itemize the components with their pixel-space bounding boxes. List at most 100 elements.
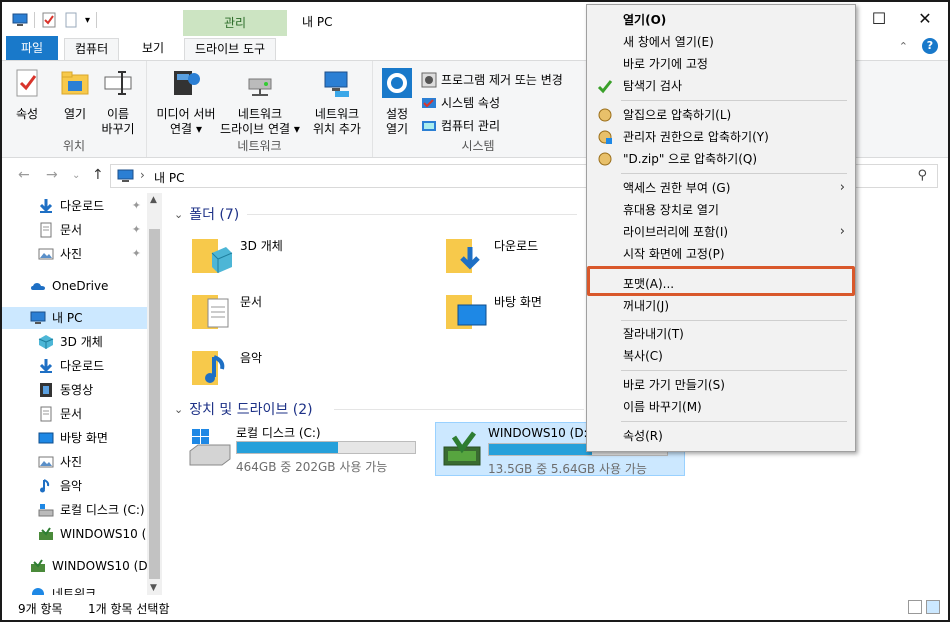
rename-label-1: 이름 bbox=[106, 107, 130, 121]
nav-scrollbar[interactable]: ▲ ▼ bbox=[147, 193, 162, 595]
nav-item-this-pc[interactable]: 내 PC bbox=[2, 307, 147, 329]
menu-label: 시작 화면에 고정(P) bbox=[623, 247, 725, 261]
manage-contextual-tab[interactable]: 관리 bbox=[183, 10, 287, 36]
folder-music[interactable]: 음악 bbox=[190, 345, 430, 393]
add-location-label-2: 위치 추가 bbox=[313, 122, 361, 136]
nav-item-local-disk-c[interactable]: 로컬 디스크 (C:) bbox=[2, 499, 147, 521]
folders-section-header[interactable]: ⌄ 폴더 (7) bbox=[174, 204, 239, 224]
add-network-location-button[interactable]: 네트워크 위치 추가 bbox=[303, 67, 371, 137]
ribbon-group-location: 속성 열기 이름 바꾸기 위치 bbox=[2, 61, 147, 157]
nav-label: 다운로드 bbox=[60, 359, 105, 373]
menu-item-zip-to-file[interactable]: "D.zip" 으로 압축하기(Q) bbox=[589, 148, 853, 170]
nav-item-pictures-quick[interactable]: 사진 ✦ bbox=[2, 243, 147, 265]
properties-check-icon[interactable] bbox=[41, 12, 57, 28]
nav-item-windows10-d[interactable]: WINDOWS10 (D:) bbox=[2, 523, 147, 545]
nav-label: 문서 bbox=[60, 223, 83, 237]
close-button[interactable]: ✕ bbox=[902, 2, 948, 36]
menu-item-scan[interactable]: 탐색기 검사 bbox=[589, 75, 853, 97]
nav-item-downloads[interactable]: 다운로드 bbox=[2, 355, 147, 377]
menu-item-rename[interactable]: 이름 바꾸기(M) bbox=[589, 396, 853, 418]
nav-label: 사진 bbox=[60, 455, 83, 469]
drives-section-header[interactable]: ⌄ 장치 및 드라이브 (2) bbox=[174, 399, 313, 419]
search-icon[interactable]: ⚲ bbox=[917, 168, 927, 183]
section-divider bbox=[247, 214, 577, 215]
uninstall-button[interactable]: 프로그램 제거 또는 변경 bbox=[421, 71, 563, 88]
drive-local-disk-c[interactable]: 로컬 디스크 (C:) 464GB 중 202GB 사용 가능 bbox=[184, 421, 424, 475]
menu-item-create-shortcut[interactable]: 바로 가기 만들기(S) bbox=[589, 374, 853, 396]
menu-label: 열기(O) bbox=[623, 13, 667, 27]
pin-icon[interactable]: ✦ bbox=[132, 219, 141, 241]
system-properties-button[interactable]: 시스템 속성 bbox=[421, 94, 500, 111]
menu-item-copy[interactable]: 복사(C) bbox=[589, 345, 853, 367]
nav-label: 바탕 화면 bbox=[60, 431, 108, 445]
scroll-up-icon[interactable]: ▲ bbox=[150, 195, 157, 205]
ribbon-expand-icon[interactable]: ⌃ bbox=[899, 40, 908, 53]
rename-button[interactable]: 이름 바꾸기 bbox=[96, 67, 140, 137]
menu-item-eject[interactable]: 꺼내기(J) bbox=[589, 295, 853, 317]
menu-item-alzip[interactable]: 알집으로 압축하기(L) bbox=[589, 104, 853, 126]
media-server-label-2: 연결 bbox=[170, 122, 193, 136]
menu-item-alzip-admin[interactable]: 관리자 권한으로 압축하기(Y) bbox=[589, 126, 853, 148]
properties-button[interactable]: 속성 bbox=[10, 67, 44, 122]
nav-item-pictures[interactable]: 사진 bbox=[2, 451, 147, 473]
drive-name: 로컬 디스크 (C:) bbox=[236, 426, 321, 440]
computer-management-icon bbox=[422, 120, 436, 131]
details-view-icon[interactable] bbox=[908, 600, 922, 614]
tab-view[interactable]: 보기 bbox=[132, 38, 174, 60]
nav-item-3d-objects[interactable]: 3D 개체 bbox=[2, 331, 147, 353]
pin-icon[interactable]: ✦ bbox=[132, 195, 141, 217]
media-server-button[interactable]: 미디어 서버 연결 ▾ bbox=[151, 67, 221, 137]
submenu-arrow-icon: › bbox=[839, 224, 845, 239]
menu-item-give-access[interactable]: 액세스 권한 부여 (G) › bbox=[589, 177, 853, 199]
collapse-chevron-icon[interactable]: ⌄ bbox=[174, 208, 183, 221]
drive-usage-fill bbox=[489, 444, 593, 455]
nav-item-music[interactable]: 음악 bbox=[2, 475, 147, 497]
qat-dropdown-icon[interactable]: ▾ bbox=[85, 15, 90, 26]
forward-arrow-icon[interactable]: → bbox=[46, 167, 58, 183]
back-arrow-icon[interactable]: ← bbox=[18, 167, 30, 183]
breadcrumb-location[interactable]: 내 PC bbox=[154, 169, 184, 186]
drive-usage-fill bbox=[237, 442, 338, 453]
tab-computer[interactable]: 컴퓨터 bbox=[64, 38, 120, 60]
map-drive-button[interactable]: 네트워크 드라이브 연결 ▾ bbox=[219, 67, 301, 137]
nav-item-documents-quick[interactable]: 문서 ✦ bbox=[2, 219, 147, 241]
menu-item-include-library[interactable]: 라이브러리에 포함(I) › bbox=[589, 221, 853, 243]
tab-file[interactable]: 파일 bbox=[6, 36, 58, 60]
menu-item-open[interactable]: 열기(O) bbox=[589, 9, 853, 31]
folder-3d-objects[interactable]: 3D 개체 bbox=[190, 233, 430, 281]
help-icon[interactable]: ? bbox=[922, 38, 938, 54]
nav-label: 로컬 디스크 (C:) bbox=[60, 503, 145, 517]
nav-item-downloads-quick[interactable]: 다운로드 ✦ bbox=[2, 195, 147, 217]
up-arrow-icon[interactable]: ↑ bbox=[92, 167, 104, 183]
nav-item-network[interactable]: 네트워크 bbox=[2, 583, 147, 595]
recent-locations-chevron-icon[interactable]: ⌄ bbox=[72, 170, 80, 181]
folder-documents[interactable]: 문서 bbox=[190, 289, 430, 337]
menu-item-open-new-window[interactable]: 새 창에서 열기(E) bbox=[589, 31, 853, 53]
nav-item-desktop[interactable]: 바탕 화면 bbox=[2, 427, 147, 449]
status-bar: 9개 항목 1개 항목 선택함 bbox=[2, 595, 948, 620]
nav-item-videos[interactable]: 동영상 bbox=[2, 379, 147, 401]
new-folder-icon[interactable] bbox=[63, 12, 79, 28]
nav-label: 문서 bbox=[60, 407, 83, 421]
computer-management-button[interactable]: 컴퓨터 관리 bbox=[421, 117, 500, 134]
menu-item-properties[interactable]: 속성(R) bbox=[589, 425, 853, 447]
collapse-chevron-icon[interactable]: ⌄ bbox=[174, 403, 183, 416]
open-button[interactable]: 열기 bbox=[58, 67, 92, 122]
pin-icon[interactable]: ✦ bbox=[132, 243, 141, 265]
media-server-dropdown-icon: ▾ bbox=[195, 122, 202, 136]
uninstall-label: 프로그램 제거 또는 변경 bbox=[441, 73, 563, 87]
scroll-down-icon[interactable]: ▼ bbox=[150, 583, 157, 593]
scroll-thumb[interactable] bbox=[149, 229, 160, 579]
menu-item-pin-quick-access[interactable]: 바로 가기에 고정 bbox=[589, 53, 853, 75]
menu-item-open-portable[interactable]: 휴대용 장치로 열기 bbox=[589, 199, 853, 221]
tiles-view-icon[interactable] bbox=[926, 600, 940, 614]
menu-item-pin-start[interactable]: 시작 화면에 고정(P) bbox=[589, 243, 853, 265]
maximize-button[interactable]: ☐ bbox=[856, 2, 902, 36]
nav-item-onedrive[interactable]: OneDrive bbox=[2, 275, 147, 297]
open-settings-button[interactable]: 설정 열기 bbox=[379, 67, 415, 137]
menu-label: 휴대용 장치로 열기 bbox=[623, 203, 719, 217]
nav-item-documents[interactable]: 문서 bbox=[2, 403, 147, 425]
nav-item-windows10-d-root[interactable]: WINDOWS10 (D:) bbox=[2, 555, 147, 577]
quick-access-toolbar: ▾ bbox=[12, 12, 98, 28]
menu-item-cut[interactable]: 잘라내기(T) bbox=[589, 323, 853, 345]
